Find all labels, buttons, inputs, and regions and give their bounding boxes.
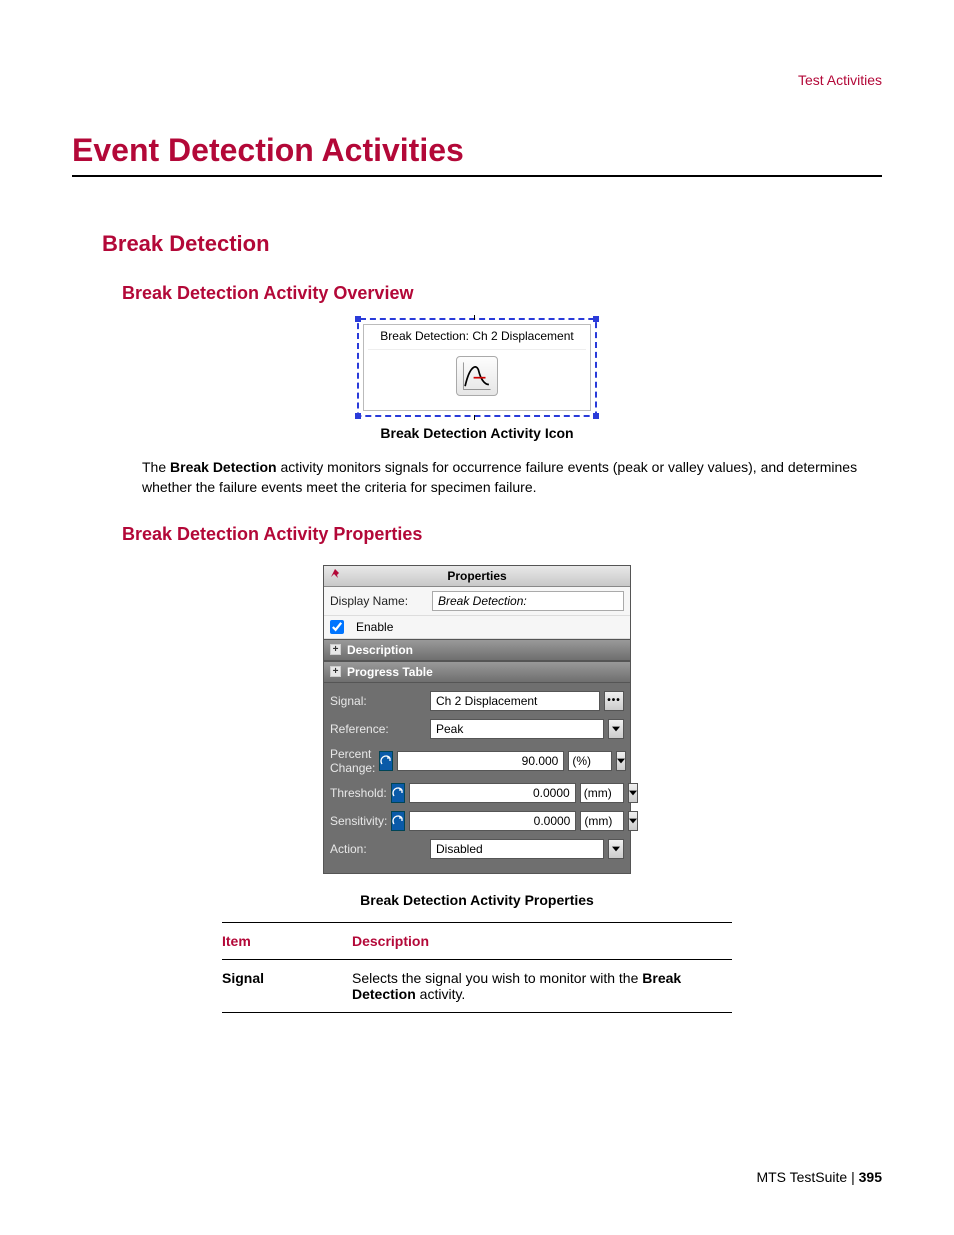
section-heading: Break Detection bbox=[102, 231, 882, 257]
variable-toggle-icon[interactable] bbox=[391, 811, 405, 831]
activity-node-label: Break Detection: Ch 2 Displacement bbox=[368, 327, 586, 350]
percent-change-row: Percent Change: bbox=[328, 743, 626, 779]
sensitivity-label: Sensitivity: bbox=[330, 814, 387, 828]
section-description[interactable]: + Description bbox=[324, 639, 630, 661]
properties-heading: Break Detection Activity Properties bbox=[122, 524, 882, 545]
action-label: Action: bbox=[330, 842, 426, 856]
enable-checkbox[interactable] bbox=[330, 620, 344, 634]
break-detection-icon bbox=[456, 356, 498, 396]
threshold-unit[interactable] bbox=[580, 783, 624, 803]
expand-icon: + bbox=[330, 644, 341, 655]
signal-label: Signal: bbox=[330, 694, 426, 708]
percent-change-label: Percent Change: bbox=[330, 747, 375, 775]
activity-selection-outline: Break Detection: Ch 2 Displacement bbox=[357, 318, 597, 417]
signal-input[interactable] bbox=[430, 691, 600, 711]
chevron-down-icon[interactable] bbox=[628, 811, 638, 831]
expand-icon: + bbox=[330, 666, 341, 677]
chevron-down-icon[interactable] bbox=[616, 751, 626, 771]
table-header-item: Item bbox=[222, 922, 352, 959]
overview-paragraph: The Break Detection activity monitors si… bbox=[142, 457, 872, 498]
display-name-label: Display Name: bbox=[330, 594, 426, 608]
properties-fields: Signal: ••• Reference: Percent Change: T… bbox=[324, 683, 630, 873]
percent-change-unit[interactable] bbox=[568, 751, 612, 771]
variable-toggle-icon[interactable] bbox=[379, 751, 393, 771]
header-section-link: Test Activities bbox=[798, 72, 882, 88]
reference-select[interactable] bbox=[430, 719, 604, 739]
properties-caption: Break Detection Activity Properties bbox=[72, 892, 882, 908]
enable-label: Enable bbox=[356, 620, 393, 634]
variable-toggle-icon[interactable] bbox=[391, 783, 405, 803]
table-cell-item: Signal bbox=[222, 959, 352, 1012]
threshold-row: Threshold: bbox=[328, 779, 626, 807]
sensitivity-unit[interactable] bbox=[580, 811, 624, 831]
table-header-description: Description bbox=[352, 922, 732, 959]
properties-title: Properties bbox=[447, 569, 506, 583]
table-cell-description: Selects the signal you wish to monitor w… bbox=[352, 959, 732, 1012]
reference-label: Reference: bbox=[330, 722, 426, 736]
sensitivity-row: Sensitivity: bbox=[328, 807, 626, 835]
sensitivity-input[interactable] bbox=[409, 811, 576, 831]
display-name-row: Display Name: bbox=[324, 587, 630, 616]
threshold-input[interactable] bbox=[409, 783, 576, 803]
chevron-down-icon[interactable] bbox=[608, 839, 624, 859]
activity-node[interactable]: Break Detection: Ch 2 Displacement bbox=[363, 324, 591, 411]
signal-browse-button[interactable]: ••• bbox=[604, 691, 624, 711]
display-name-input[interactable] bbox=[432, 591, 624, 611]
description-table: Item Description Signal Selects the sign… bbox=[222, 922, 732, 1013]
reference-row: Reference: bbox=[328, 715, 626, 743]
pin-icon[interactable] bbox=[330, 568, 342, 583]
page-title: Event Detection Activities bbox=[72, 132, 882, 177]
percent-change-input[interactable] bbox=[397, 751, 564, 771]
page-footer: MTS TestSuite | 395 bbox=[756, 1169, 882, 1185]
activity-icon-caption: Break Detection Activity Icon bbox=[72, 425, 882, 441]
threshold-label: Threshold: bbox=[330, 786, 387, 800]
table-row: Signal Selects the signal you wish to mo… bbox=[222, 959, 732, 1012]
overview-heading: Break Detection Activity Overview bbox=[122, 283, 882, 304]
action-select[interactable] bbox=[430, 839, 604, 859]
activity-icon-block: Break Detection: Ch 2 Displacement bbox=[357, 318, 597, 417]
section-progress-table[interactable]: + Progress Table bbox=[324, 661, 630, 683]
properties-titlebar: Properties bbox=[324, 566, 630, 587]
chevron-down-icon[interactable] bbox=[608, 719, 624, 739]
properties-panel: Properties Display Name: Enable + Descri… bbox=[323, 565, 631, 874]
chevron-down-icon[interactable] bbox=[628, 783, 638, 803]
action-row: Action: bbox=[328, 835, 626, 863]
enable-row: Enable bbox=[324, 616, 630, 639]
signal-row: Signal: ••• bbox=[328, 687, 626, 715]
